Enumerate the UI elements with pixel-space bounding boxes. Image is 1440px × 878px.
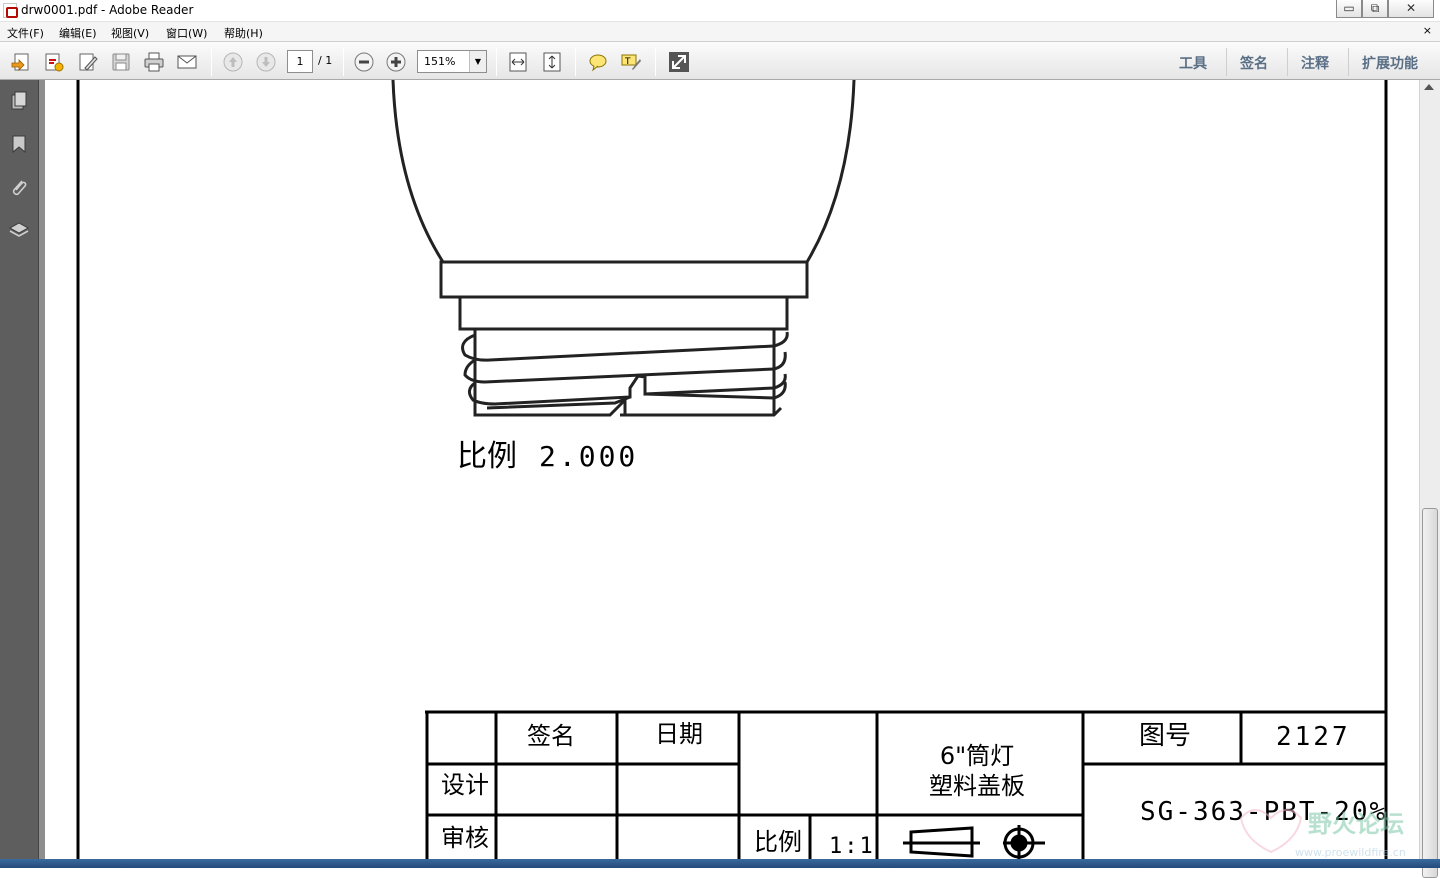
open-file-icon xyxy=(11,53,29,71)
zoom-out-button[interactable] xyxy=(352,50,376,74)
menu-view[interactable]: 视图(V) xyxy=(111,25,149,41)
row-design-label: 设计 xyxy=(441,771,489,799)
speech-bubble-icon xyxy=(589,54,607,72)
arrow-up-circle-icon xyxy=(223,52,243,72)
product-name-line2: 塑料盖板 xyxy=(929,772,1025,800)
highlight-text-button[interactable]: T xyxy=(619,50,643,74)
close-document-button[interactable]: × xyxy=(1423,24,1432,37)
bookmark-icon xyxy=(12,135,26,154)
menu-file[interactable]: 文件(F) xyxy=(7,25,44,41)
fit-page-icon xyxy=(543,52,561,72)
toolbar-separator xyxy=(575,48,576,76)
bookmarks-panel-button[interactable] xyxy=(8,133,30,155)
expand-icon xyxy=(669,52,689,72)
email-button[interactable] xyxy=(175,50,199,74)
create-pdf-icon xyxy=(45,53,64,72)
comment-link[interactable]: 注释 xyxy=(1301,53,1329,73)
zoom-level-value: 151% xyxy=(424,55,456,68)
next-page-button[interactable] xyxy=(254,50,278,74)
toolbar-separator xyxy=(343,48,344,76)
col-sign-label: 签名 xyxy=(527,722,575,750)
row-review-label: 审核 xyxy=(441,824,489,852)
close-icon: ✕ xyxy=(1405,1,1417,15)
pages-icon xyxy=(11,91,27,110)
minus-circle-icon xyxy=(354,52,374,72)
main-toolbar: 1 / 1 151% ▼ T 工具 签名 注释 扩展功能 xyxy=(0,41,1440,80)
title-scale-value: 1:1 xyxy=(829,834,875,859)
toolbar-separator xyxy=(496,48,497,76)
menu-edit[interactable]: 编辑(E) xyxy=(59,25,97,41)
title-scale-label: 比例 xyxy=(754,828,802,856)
watermark-name: 野火论坛 xyxy=(1308,810,1404,838)
menu-window[interactable]: 窗口(W) xyxy=(166,25,207,41)
zoom-in-button[interactable] xyxy=(384,50,408,74)
page-number-input[interactable]: 1 xyxy=(287,50,313,73)
fit-width-icon xyxy=(509,52,527,72)
toolbar-separator xyxy=(1226,48,1227,76)
highlighter-icon: T xyxy=(621,54,641,70)
cad-drawing: 比例 2.000 签名 日期 设计 审核 6"筒灯 塑料盖板 图号 2127 S… xyxy=(76,80,1406,868)
chevron-down-icon: ▼ xyxy=(469,51,486,72)
toolbar-separator xyxy=(211,48,212,76)
menu-help[interactable]: 帮助(H) xyxy=(224,25,263,41)
watermark-url: www.proewildfire.cn xyxy=(1295,846,1406,859)
minimize-button[interactable]: ▭ xyxy=(1336,0,1362,18)
scroll-up-icon[interactable] xyxy=(1424,84,1434,90)
view-scale-label: 比例 xyxy=(457,439,517,474)
envelope-icon xyxy=(177,55,197,69)
full-screen-button[interactable] xyxy=(667,50,691,74)
view-scale-value: 2.000 xyxy=(539,440,638,473)
product-name-line1: 6"筒灯 xyxy=(940,742,1014,770)
window-titlebar: drw0001.pdf - Adobe Reader ▭ ⧉ ✕ xyxy=(0,0,1440,22)
toolbar-separator xyxy=(655,48,656,76)
scrollbar-thumb[interactable] xyxy=(1422,508,1438,878)
windows-taskbar xyxy=(0,859,1440,868)
fit-width-button[interactable] xyxy=(506,50,530,74)
fit-page-button[interactable] xyxy=(540,50,564,74)
svg-text:T: T xyxy=(624,57,631,67)
open-file-button[interactable] xyxy=(9,50,33,74)
toolbar-separator xyxy=(1287,48,1288,76)
window-title: drw0001.pdf - Adobe Reader xyxy=(21,3,194,17)
minimize-icon: ▭ xyxy=(1343,1,1355,15)
print-button[interactable] xyxy=(142,50,166,74)
page-total: / 1 xyxy=(318,54,333,67)
lamp-cover-view xyxy=(391,80,856,417)
create-pdf-button[interactable] xyxy=(42,50,66,74)
pdf-app-icon xyxy=(3,3,18,18)
plus-circle-icon xyxy=(386,52,406,72)
zoom-level-select[interactable]: 151% ▼ xyxy=(417,50,487,73)
extended-link[interactable]: 扩展功能 xyxy=(1362,53,1418,73)
restore-icon: ⧉ xyxy=(1370,1,1380,15)
restore-button[interactable]: ⧉ xyxy=(1362,0,1388,18)
arrow-down-circle-icon xyxy=(256,52,276,72)
layers-panel-button[interactable] xyxy=(8,219,30,241)
tools-link[interactable]: 工具 xyxy=(1179,53,1207,73)
close-window-button[interactable]: ✕ xyxy=(1388,0,1434,18)
previous-page-button[interactable] xyxy=(221,50,245,74)
panel-divider xyxy=(38,80,45,868)
add-comment-button[interactable] xyxy=(586,50,610,74)
toolbar-separator xyxy=(1348,48,1349,76)
attachments-panel-button[interactable] xyxy=(8,176,30,198)
menu-bar: 文件(F) 编辑(E) 视图(V) 窗口(W) 帮助(H) × xyxy=(0,22,1440,41)
save-icon xyxy=(112,53,130,71)
col-date-label: 日期 xyxy=(655,720,703,748)
save-button[interactable] xyxy=(109,50,133,74)
layers-icon xyxy=(9,222,29,237)
edit-document-icon xyxy=(79,53,98,71)
paperclip-icon xyxy=(12,180,27,196)
vertical-scrollbar[interactable] xyxy=(1419,80,1440,878)
sign-link[interactable]: 签名 xyxy=(1240,53,1268,73)
document-view[interactable]: 比例 2.000 签名 日期 设计 审核 6"筒灯 塑料盖板 图号 2127 S… xyxy=(45,80,1419,868)
drawing-number-value: 2127 xyxy=(1276,722,1351,752)
printer-icon xyxy=(144,52,164,72)
edit-pdf-button[interactable] xyxy=(76,50,100,74)
drawing-number-label: 图号 xyxy=(1139,721,1191,751)
pages-panel-button[interactable] xyxy=(8,90,30,112)
navigation-panel xyxy=(0,80,38,868)
